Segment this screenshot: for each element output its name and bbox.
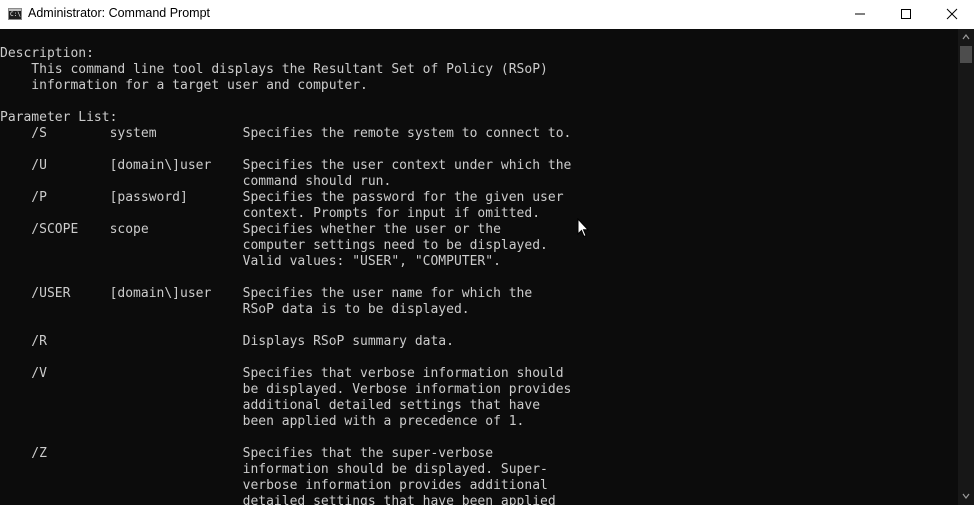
command-prompt-window: C:\. Administrator: Command Prompt Descr… bbox=[0, 0, 974, 505]
scroll-down-button[interactable] bbox=[958, 488, 974, 505]
close-button[interactable] bbox=[929, 0, 974, 29]
console-line: /SCOPE scope Specifies whether the user … bbox=[0, 222, 501, 237]
arrow-up-icon bbox=[962, 34, 970, 40]
scroll-thumb[interactable] bbox=[960, 46, 972, 63]
console-line: This command line tool displays the Resu… bbox=[0, 62, 548, 77]
console-output[interactable]: Description: This command line tool disp… bbox=[0, 29, 958, 505]
console-line: /R Displays RSoP summary data. bbox=[0, 334, 454, 349]
console-line: information should be displayed. Super- bbox=[0, 462, 548, 477]
maximize-button[interactable] bbox=[883, 0, 929, 29]
maximize-icon bbox=[901, 9, 911, 19]
console-line: context. Prompts for input if omitted. bbox=[0, 206, 541, 221]
console-line: computer settings need to be displayed. bbox=[0, 238, 548, 253]
console-line: /USER [domain\]user Specifies the user n… bbox=[0, 286, 533, 301]
console-line: /Z Specifies that the super-verbose bbox=[0, 446, 494, 461]
console-line: /P [password] Specifies the password for… bbox=[0, 190, 564, 205]
title-bar[interactable]: C:\. Administrator: Command Prompt bbox=[0, 0, 974, 29]
minimize-button[interactable] bbox=[837, 0, 883, 29]
console-line: Description: bbox=[0, 46, 94, 61]
console-line: verbose information provides additional bbox=[0, 478, 548, 493]
console-line: /V Specifies that verbose information sh… bbox=[0, 366, 564, 381]
scroll-up-button[interactable] bbox=[958, 29, 974, 46]
close-icon bbox=[946, 8, 958, 20]
console-line: RSoP data is to be displayed. bbox=[0, 302, 470, 317]
console-line: /S system Specifies the remote system to… bbox=[0, 126, 572, 141]
console-line: additional detailed settings that have bbox=[0, 398, 541, 413]
cmd-app-icon[interactable]: C:\. bbox=[8, 8, 25, 20]
console-line: /U [domain\]user Specifies the user cont… bbox=[0, 158, 572, 173]
console-line: Valid values: "USER", "COMPUTER". bbox=[0, 254, 501, 269]
mouse-pointer-icon bbox=[577, 218, 589, 238]
console-line: command should run. bbox=[0, 174, 392, 189]
console-line: information for a target user and comput… bbox=[0, 78, 368, 93]
vertical-scrollbar[interactable] bbox=[958, 29, 974, 505]
console-line: detailed settings that have been applied bbox=[0, 494, 556, 505]
arrow-down-icon bbox=[962, 493, 970, 499]
window-title: Administrator: Command Prompt bbox=[28, 6, 211, 20]
minimize-icon bbox=[855, 13, 865, 15]
console-line: Parameter List: bbox=[0, 110, 118, 125]
app-icon-glyph: C:\. bbox=[10, 11, 25, 18]
console-line: be displayed. Verbose information provid… bbox=[0, 382, 572, 397]
console-line: been applied with a precedence of 1. bbox=[0, 414, 525, 429]
